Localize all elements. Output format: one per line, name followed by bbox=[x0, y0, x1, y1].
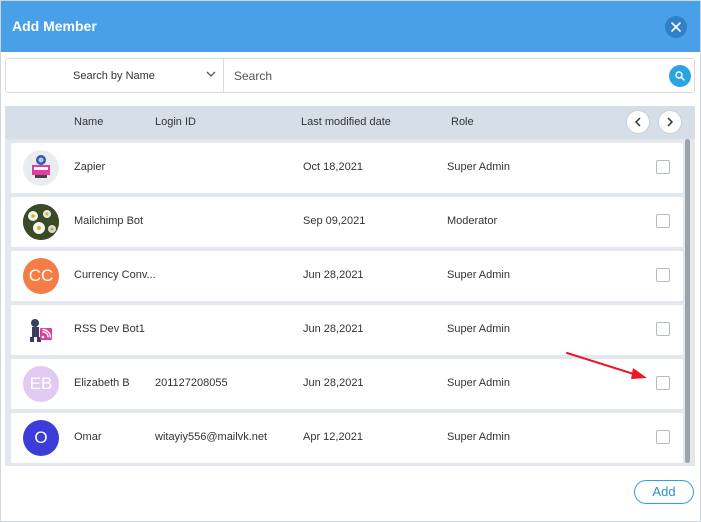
chevron-right-icon bbox=[667, 117, 674, 127]
add-member-dialog: Add Member Search by Name Name Login ID … bbox=[0, 0, 701, 522]
column-header-last-modified: Last modified date bbox=[301, 116, 391, 128]
member-role: Super Admin bbox=[447, 431, 510, 443]
table-row[interactable]: Zapier Oct 18,2021 Super Admin bbox=[11, 143, 683, 193]
dialog-header: Add Member bbox=[1, 1, 700, 52]
member-name: Mailchimp Bot bbox=[74, 215, 144, 227]
member-checkbox[interactable] bbox=[656, 322, 670, 336]
close-button[interactable] bbox=[665, 16, 687, 38]
search-bar: Search by Name bbox=[5, 58, 695, 93]
table-header: Name Login ID Last modified date Role bbox=[5, 106, 695, 139]
avatar bbox=[23, 204, 59, 240]
chevron-left-icon bbox=[634, 117, 641, 127]
member-name: Elizabeth B bbox=[74, 377, 130, 389]
member-role: Super Admin bbox=[447, 323, 510, 335]
member-role: Super Admin bbox=[447, 377, 510, 389]
search-filter-label: Search by Name bbox=[73, 70, 155, 82]
rss-bot-icon bbox=[30, 319, 52, 342]
close-icon bbox=[671, 22, 681, 32]
member-last-modified: Jun 28,2021 bbox=[303, 323, 364, 335]
table-row[interactable]: Mailchimp Bot Sep 09,2021 Moderator bbox=[11, 197, 683, 247]
member-role: Moderator bbox=[447, 215, 498, 227]
member-last-modified: Oct 18,2021 bbox=[303, 161, 363, 173]
zapier-bot-icon bbox=[23, 150, 59, 186]
member-checkbox[interactable] bbox=[656, 430, 670, 444]
search-input[interactable] bbox=[226, 60, 666, 91]
previous-page-button[interactable] bbox=[626, 110, 650, 134]
member-checkbox[interactable] bbox=[656, 160, 670, 174]
member-name: Currency Conv... bbox=[74, 269, 156, 281]
column-header-role: Role bbox=[451, 116, 474, 128]
member-login-id: witayiy556@mailvk.net bbox=[155, 431, 268, 443]
member-last-modified: Jun 28,2021 bbox=[303, 377, 364, 389]
annotation-arrow-icon bbox=[566, 352, 647, 379]
add-button[interactable]: Add bbox=[634, 480, 694, 504]
member-last-modified: Apr 12,2021 bbox=[303, 431, 363, 443]
member-last-modified: Sep 09,2021 bbox=[303, 215, 366, 227]
search-filter-dropdown[interactable]: Search by Name bbox=[6, 59, 224, 92]
column-header-name: Name bbox=[74, 116, 104, 128]
member-login-id: 201127208055 bbox=[155, 377, 228, 389]
member-checkbox[interactable] bbox=[656, 376, 670, 390]
member-last-modified: Jun 28,2021 bbox=[303, 269, 364, 281]
member-name: RSS Dev Bot1 bbox=[74, 323, 145, 335]
table-row[interactable]: CC Currency Conv... Jun 28,2021 Super Ad… bbox=[11, 251, 683, 301]
table-row[interactable]: O Omar witayiy556@mailvk.net Apr 12,2021… bbox=[11, 413, 683, 463]
member-checkbox[interactable] bbox=[656, 268, 670, 282]
member-name: Zapier bbox=[74, 161, 106, 173]
dialog-title: Add Member bbox=[12, 18, 97, 34]
search-icon bbox=[675, 71, 685, 81]
member-name: Omar bbox=[74, 431, 102, 443]
avatar: EB bbox=[23, 366, 59, 402]
avatar: O bbox=[23, 420, 59, 456]
next-page-button[interactable] bbox=[658, 110, 682, 134]
table-scrollbar[interactable] bbox=[685, 139, 690, 463]
member-role: Super Admin bbox=[447, 161, 510, 173]
column-header-login-id: Login ID bbox=[155, 116, 196, 128]
avatar bbox=[23, 312, 59, 348]
search-button[interactable] bbox=[669, 65, 691, 87]
member-role: Super Admin bbox=[447, 269, 510, 281]
chevron-down-icon bbox=[206, 71, 216, 77]
member-table: Name Login ID Last modified date Role Za… bbox=[5, 106, 695, 466]
avatar bbox=[23, 150, 59, 186]
member-checkbox[interactable] bbox=[656, 214, 670, 228]
flower-photo-icon bbox=[23, 204, 59, 240]
avatar: CC bbox=[23, 258, 59, 294]
